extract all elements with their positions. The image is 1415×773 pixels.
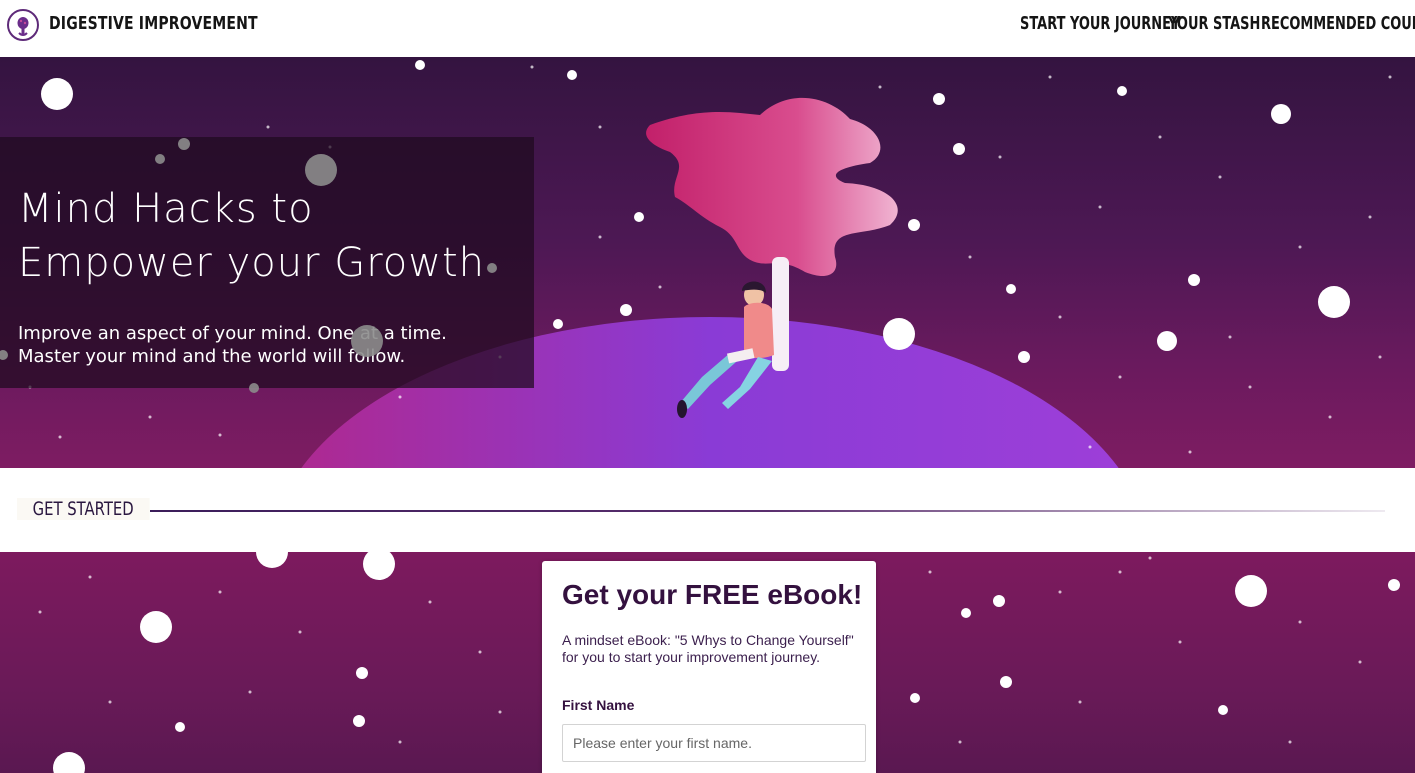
site-header: DIGESTIVE IMPROVEMENT START YOUR JOURNEY… (0, 0, 1415, 57)
get-started-tab[interactable]: GET STARTED (17, 498, 150, 520)
ebook-signup-card: Get your FREE eBook! A mindset eBook: "5… (542, 561, 876, 773)
get-started-divider (150, 510, 1385, 512)
nav-your-stash[interactable]: YOUR STASH (1168, 13, 1260, 34)
first-name-label: First Name (562, 697, 635, 713)
get-started-strip: GET STARTED (0, 468, 1415, 552)
tree-trunk (772, 257, 789, 371)
brain-logo-icon (10, 12, 36, 38)
hero-bubbles (0, 138, 497, 393)
first-name-input[interactable] (562, 724, 866, 762)
site-logo[interactable] (7, 9, 39, 41)
nav-recommended-courses[interactable]: RECOMMENDED COURSES (1261, 13, 1415, 34)
nav-start-your-journey[interactable]: START YOUR JOURNEY (1020, 13, 1180, 34)
site-brand-name[interactable]: DIGESTIVE IMPROVEMENT (49, 13, 258, 34)
ebook-card-description: A mindset eBook: "5 Whys to Change Yours… (562, 632, 854, 665)
hero-section: Mind Hacks to Empower your Growth Improv… (0, 57, 1415, 468)
tree-canopy (646, 97, 898, 277)
ebook-card-title: Get your FREE eBook! (562, 579, 863, 610)
